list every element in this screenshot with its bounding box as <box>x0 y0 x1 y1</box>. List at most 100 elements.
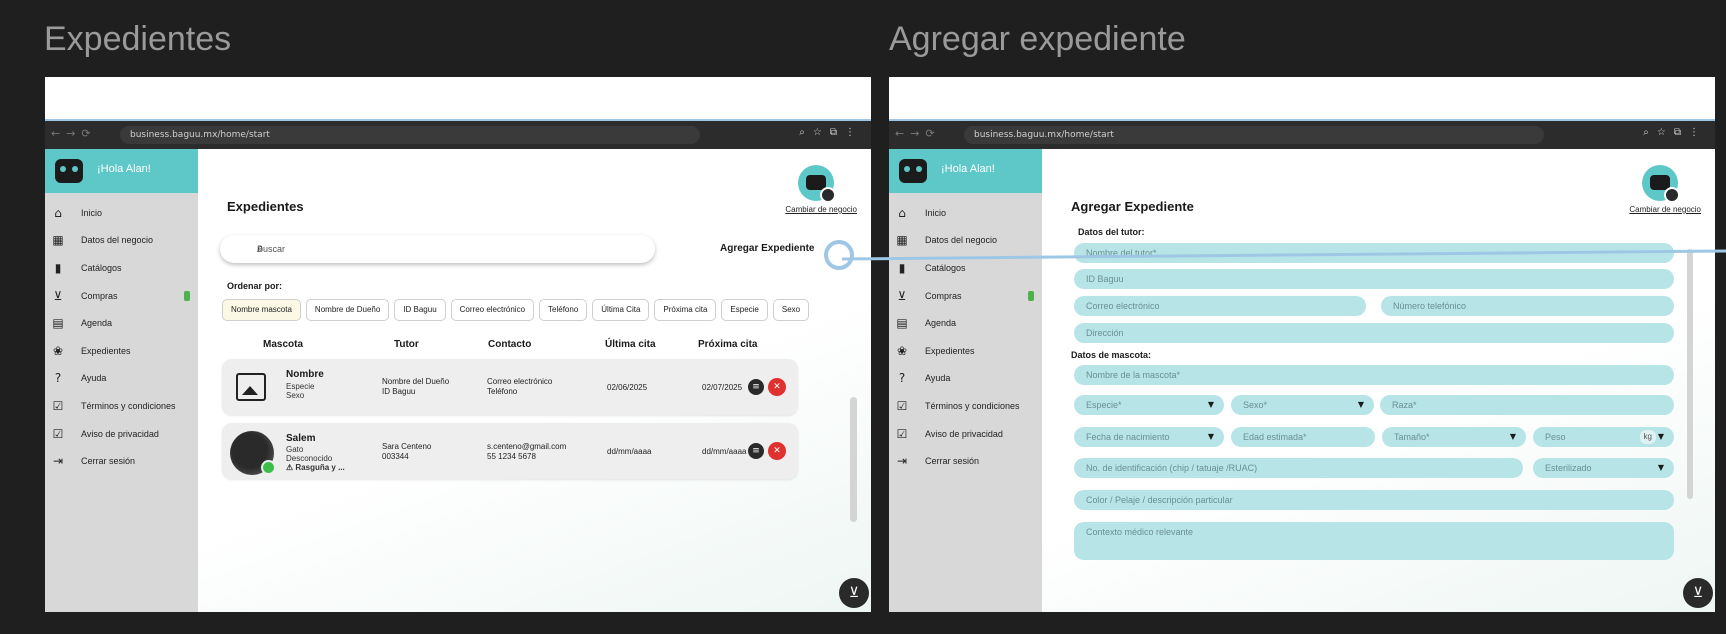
records-content: Expedientes Cambiar de negocio Buscar ⌕ … <box>198 149 871 612</box>
pet-photo <box>230 431 276 475</box>
logout-icon: ⇥ <box>896 454 908 469</box>
pet-name: Nombre <box>286 369 324 380</box>
sidebar-item-compras[interactable]: ⊻ Compras <box>45 282 198 310</box>
delete-icon[interactable]: ✕ <box>768 378 786 396</box>
sidebar-item-terminos[interactable]: ☑ Términos y condiciones <box>889 392 1042 420</box>
phone-field[interactable]: Número telefónico <box>1381 296 1674 316</box>
scrollbar[interactable] <box>1687 249 1693 499</box>
browser-tools-icons[interactable]: ⌕☆⧉⋮ <box>799 127 863 138</box>
tutor-id: ID Baguu <box>382 387 416 396</box>
sidebar-item-privacidad[interactable]: ☑ Aviso de privacidad <box>45 420 198 448</box>
sidebar-item-ayuda[interactable]: ? Ayuda <box>45 365 198 393</box>
greeting: ¡Hola Alan! <box>941 163 995 175</box>
sidebar-item-label: Expedientes <box>925 345 975 356</box>
weight-field[interactable]: Peso kg ▼ <box>1533 427 1674 447</box>
sort-chip-proxima-cita[interactable]: Próxima cita <box>654 299 717 321</box>
cart-icon[interactable]: ⊻ <box>1683 578 1713 608</box>
address-field[interactable]: Dirección <box>1074 323 1674 343</box>
browser-nav-icons[interactable]: ←→⟳ <box>895 127 941 140</box>
switch-business-link[interactable]: Cambiar de negocio <box>785 205 857 214</box>
address-bar[interactable]: business.baguu.mx/home/start <box>120 126 700 144</box>
sidebar-item-label: Términos y condiciones <box>81 400 176 411</box>
sterilized-select[interactable]: Esterilizado ▼ <box>1533 458 1674 478</box>
estimated-age-field[interactable]: Edad estimada* <box>1231 427 1375 447</box>
frame-title-add-record: Agregar expediente <box>889 20 1186 58</box>
cart-icon[interactable]: ⊻ <box>839 578 869 608</box>
species-select[interactable]: Especie* ▼ <box>1074 395 1224 415</box>
pet-species: Especie <box>286 382 315 391</box>
sidebar-item-label: Datos del negocio <box>925 235 998 246</box>
weight-unit-select[interactable]: kg <box>1639 430 1656 444</box>
sort-chip-telefono[interactable]: Teléfono <box>539 299 588 321</box>
sort-chip-correo[interactable]: Correo electrónico <box>450 299 535 321</box>
sort-chip-especie[interactable]: Especie <box>721 299 768 321</box>
sidebar-item-label: Aviso de privacidad <box>81 428 159 439</box>
details-icon[interactable]: ≡ <box>748 379 764 395</box>
browser-toolbar: ←→⟳ business.baguu.mx/home/start ⌕☆⧉⋮ <box>889 119 1715 149</box>
sort-options: Nombre mascota Nombre de Dueño ID Baguu … <box>222 299 810 321</box>
table-row[interactable]: Salem Gato Desconocido ⚠ Rasguña y ... S… <box>222 423 798 479</box>
sort-chip-sexo[interactable]: Sexo <box>772 299 810 321</box>
sidebar-item-label: Compras <box>81 290 118 301</box>
sidebar-item-terminos[interactable]: ☑ Términos y condiciones <box>45 392 198 420</box>
last-visit: dd/mm/aaaa <box>607 447 652 456</box>
sex-select-value: Sexo* <box>1243 400 1268 410</box>
breed-field[interactable]: Raza* <box>1380 395 1674 415</box>
sex-select[interactable]: Sexo* ▼ <box>1231 395 1374 415</box>
settings-icon <box>1664 187 1680 203</box>
details-icon[interactable]: ≡ <box>748 443 764 459</box>
switch-business-link[interactable]: Cambiar de negocio <box>1629 205 1701 214</box>
color-description-field[interactable]: Color / Pelaje / descripción particular <box>1074 490 1674 510</box>
sidebar-item-label: Cerrar sesión <box>81 456 136 467</box>
pet-sex: Desconocido <box>286 454 333 463</box>
browser-tools-icons[interactable]: ⌕☆⧉⋮ <box>1643 127 1707 138</box>
contact-phone: 55 1234 5678 <box>487 452 536 461</box>
sidebar-item-inicio[interactable]: ⌂ Inicio <box>889 199 1042 227</box>
sidebar-item-privacidad[interactable]: ☑ Aviso de privacidad <box>889 420 1042 448</box>
paw-icon: ❀ <box>52 343 64 358</box>
brand-logo-icon <box>55 159 83 183</box>
business-avatar[interactable] <box>1642 165 1680 203</box>
calendar-icon: ▤ <box>896 316 908 331</box>
sidebar-item-catalogos[interactable]: ▮ Catálogos <box>45 254 198 282</box>
table-row[interactable]: Nombre Especie Sexo Nombre del Dueño ID … <box>222 359 798 415</box>
sidebar-item-compras[interactable]: ⊻ Compras <box>889 282 1042 310</box>
business-avatar[interactable] <box>798 165 836 203</box>
column-header-mascota: Mascota <box>263 339 304 350</box>
tutor-name: Sara Centeno <box>382 442 432 451</box>
delete-icon[interactable]: ✕ <box>768 442 786 460</box>
sidebar-item-cerrar-sesion[interactable]: ⇥ Cerrar sesión <box>45 447 198 475</box>
birth-date-select[interactable]: Fecha de nacimiento ▼ <box>1074 427 1224 447</box>
search-input[interactable]: Buscar ⌕ <box>220 235 655 263</box>
chevron-down-icon: ▼ <box>1657 463 1664 472</box>
sidebar-item-agenda[interactable]: ▤ Agenda <box>45 309 198 337</box>
sort-chip-id-baguu[interactable]: ID Baguu <box>394 299 446 321</box>
medical-context-field[interactable]: Contexto médico relevante <box>1074 522 1674 560</box>
search-icon[interactable]: ⌕ <box>257 241 641 256</box>
sort-chip-nombre-dueno[interactable]: Nombre de Dueño <box>305 299 390 321</box>
scrollbar[interactable] <box>850 397 857 522</box>
sort-chip-nombre-mascota[interactable]: Nombre mascota <box>222 299 301 321</box>
home-icon: ⌂ <box>898 205 906 220</box>
sidebar-item-expedientes[interactable]: ❀ Expedientes <box>889 337 1042 365</box>
size-select[interactable]: Tamaño* ▼ <box>1382 427 1526 447</box>
add-record-button[interactable]: Agregar Expediente <box>720 243 814 254</box>
address-bar[interactable]: business.baguu.mx/home/start <box>964 126 1544 144</box>
sort-chip-ultima-cita[interactable]: Última Cita <box>592 299 650 321</box>
sidebar-item-agenda[interactable]: ▤ Agenda <box>889 309 1042 337</box>
sidebar-item-inicio[interactable]: ⌂ Inicio <box>45 199 198 227</box>
sidebar-item-ayuda[interactable]: ? Ayuda <box>889 365 1042 393</box>
sidebar-item-datos-negocio[interactable]: ▦ Datos del negocio <box>45 227 198 255</box>
baguu-id-field[interactable]: ID Baguu <box>1074 269 1674 289</box>
browser-nav-icons[interactable]: ←→⟳ <box>51 127 97 140</box>
sidebar-item-label: Expedientes <box>81 345 131 356</box>
identification-field[interactable]: No. de identificación (chip / tatuaje /R… <box>1074 458 1523 478</box>
email-field[interactable]: Correo electrónico <box>1074 296 1366 316</box>
sidebar-item-expedientes[interactable]: ❀ Expedientes <box>45 337 198 365</box>
pet-name: Salem <box>286 433 316 444</box>
chevron-down-icon: ▼ <box>1207 432 1214 441</box>
pet-name-field[interactable]: Nombre de la mascota* <box>1074 365 1674 385</box>
cart-icon: ⊻ <box>53 288 63 303</box>
sidebar-item-cerrar-sesion[interactable]: ⇥ Cerrar sesión <box>889 447 1042 475</box>
book-icon: ▮ <box>54 260 62 275</box>
